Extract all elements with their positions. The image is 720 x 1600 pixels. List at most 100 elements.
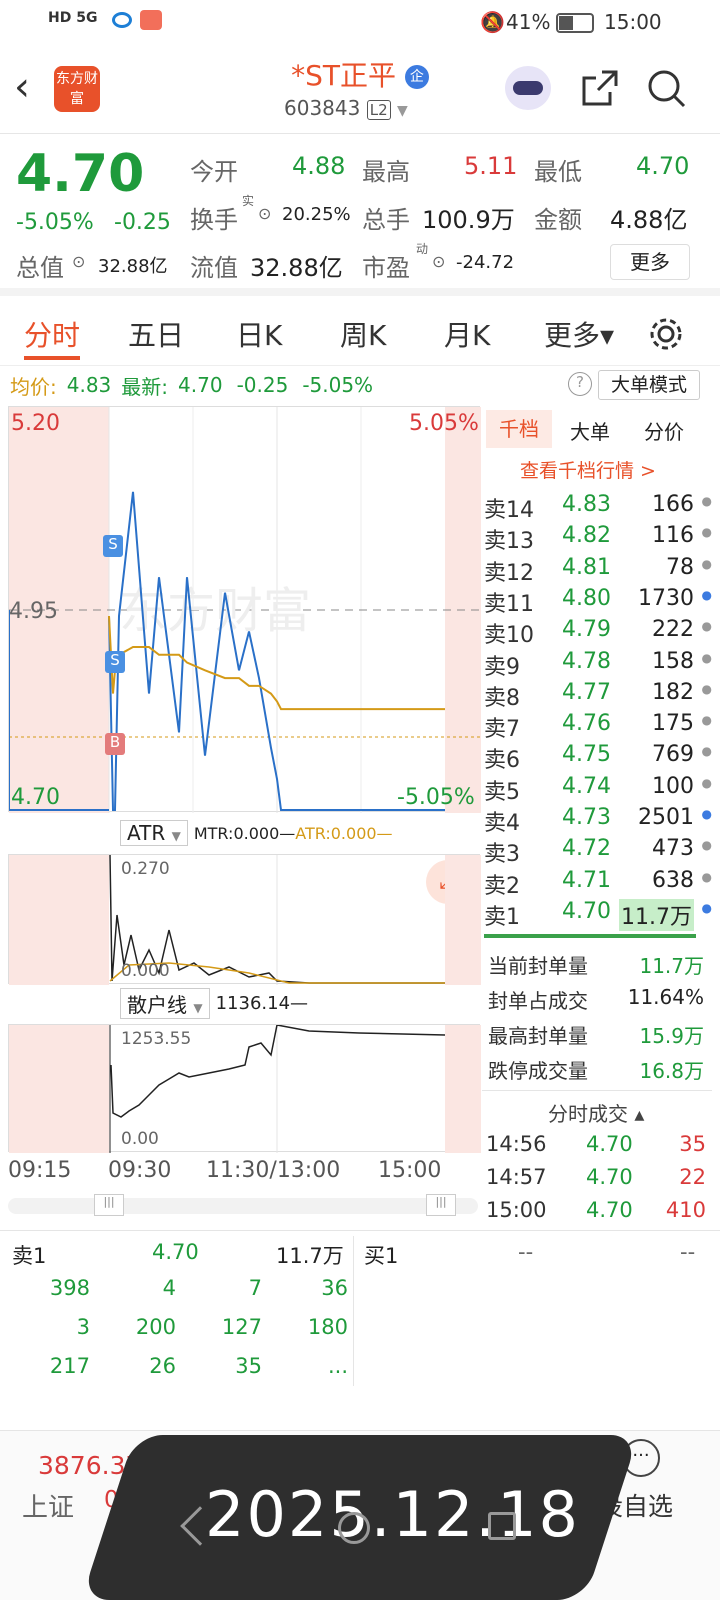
new-chg: -0.25 [236, 373, 289, 397]
new-value: 4.70 [178, 373, 223, 397]
y-bottom-pct: -5.05% [397, 785, 475, 810]
ask-volume: 2501 [638, 805, 694, 830]
tab-daily[interactable]: 日K [236, 314, 282, 354]
ask-row[interactable]: 卖6 4.75 769 ● [484, 742, 720, 773]
stat-row: 当前封单量 11.7万 [488, 950, 704, 982]
nav-home-icon[interactable] [338, 1512, 370, 1544]
pe-value: -24.72 [456, 252, 515, 273]
ask-volume: 158 [652, 648, 694, 674]
new-label: 最新: [121, 374, 169, 399]
info-icon[interactable]: ⊙ [258, 204, 271, 223]
help-icon[interactable]: ? [568, 372, 592, 396]
ask-label: 卖11 [484, 591, 534, 617]
ask-row[interactable]: 卖11 4.80 1730 ● [484, 585, 720, 617]
battery-text: 41% [506, 10, 551, 34]
tick-row: 14:57 4.70 22 [486, 1165, 706, 1197]
nav-recents-icon[interactable] [488, 1512, 516, 1540]
tick-volume: 410 [665, 1198, 706, 1222]
share-icon[interactable] [580, 68, 620, 108]
ask-row[interactable]: 卖7 4.76 175 ● [484, 711, 720, 742]
ask-volume: 175 [652, 711, 694, 737]
tab-five-day[interactable]: 五日 [128, 314, 184, 354]
sell1-label: 卖1 [12, 1244, 47, 1268]
avg-label: 均价: [10, 374, 57, 399]
queue-cell: 127 [221, 1315, 262, 1339]
chevron-down-icon[interactable]: ▼ [397, 103, 408, 119]
ask-row[interactable]: 卖13 4.82 116 ● [484, 523, 720, 554]
ask-label: 卖10 [484, 623, 534, 649]
ask-row[interactable]: 卖5 4.74 100 ● [484, 774, 720, 805]
range-handle-left[interactable]: ||| [94, 1194, 124, 1216]
retail-selector[interactable]: 散户线 ▼ [120, 987, 210, 1019]
tab-price-dist[interactable]: 分价 [644, 416, 684, 445]
ask-price: 4.83 [562, 492, 611, 517]
time-range-scrollbar[interactable]: ||| ||| [8, 1194, 478, 1216]
mute-icon: 🔕 [480, 10, 505, 34]
gear-icon[interactable] [648, 316, 684, 352]
queue-cell: 398 [49, 1276, 90, 1300]
sell-marker[interactable]: S [105, 651, 125, 673]
info-icon[interactable]: ⊙ [432, 252, 445, 271]
queue-cell: 35 [235, 1354, 262, 1378]
ask-label: 卖7 [484, 717, 520, 743]
tab-intraday[interactable]: 分时 [24, 314, 80, 354]
sell1-volume: 11.7万 [276, 1244, 344, 1268]
ask-dot: ● [701, 744, 712, 759]
float-value: 32.88亿 [250, 254, 343, 282]
tab-monthly[interactable]: 月K [444, 314, 490, 354]
ask-row[interactable]: 卖12 4.81 78 ● [484, 555, 720, 586]
y-mid-label: 4.95 [9, 599, 58, 624]
assistant-avatar-icon[interactable] [505, 66, 551, 110]
ask-row[interactable]: 卖1 4.70 11.7万 ● [484, 898, 720, 931]
atr-selector[interactable]: ATR ▼ [120, 820, 188, 846]
tab-big-order[interactable]: 大单 [570, 416, 610, 445]
time-label: 11:30/13:00 [206, 1158, 341, 1183]
ask-label: 卖2 [484, 873, 520, 899]
app-status-icon [112, 12, 132, 28]
retail-legend: 1136.14— [215, 992, 309, 1014]
ask-row[interactable]: 卖8 4.77 182 ● [484, 680, 720, 711]
ask-label: 卖8 [484, 685, 520, 711]
range-handle-right[interactable]: ||| [426, 1194, 456, 1216]
queue-cell: ... [327, 1354, 348, 1378]
more-button[interactable]: 更多 [610, 244, 690, 280]
tab-weekly[interactable]: 周K [340, 314, 386, 354]
ask-row[interactable]: 卖2 4.71 638 ● [484, 868, 720, 899]
avg-value: 4.83 [66, 373, 112, 397]
info-icon[interactable]: ⊙ [72, 252, 85, 271]
ask-row[interactable]: 卖10 4.79 222 ● [484, 617, 720, 648]
atr-chart-svg [9, 854, 481, 985]
ask-row[interactable]: 卖9 4.78 158 ● [484, 648, 720, 680]
y-top-label: 5.20 [11, 411, 60, 436]
queue-cell: 26 [149, 1354, 176, 1378]
pe-sup: 动 [416, 242, 429, 256]
ask-row[interactable]: 卖4 4.73 2501 ● [484, 805, 720, 836]
signal-icons: HD 5G [48, 10, 98, 26]
float-label: 流值 [190, 254, 238, 282]
turnover-label: 换手 [190, 206, 238, 234]
view-depth-link[interactable]: 查看千档行情 > [520, 456, 656, 483]
index-name[interactable]: 上证 [22, 1487, 74, 1524]
level-badge[interactable]: L2 [366, 100, 391, 120]
tab-thousand-level[interactable]: 千档 [486, 410, 552, 448]
chart-legend: 均价: 4.83 最新: 4.70 -0.25 -5.05% [10, 370, 373, 400]
ask-dot: ● [701, 838, 712, 853]
stat-value: 16.8万 [639, 1059, 704, 1083]
amount-value: 4.88亿 [610, 206, 688, 234]
time-axis: 09:15 09:30 11:30/13:00 15:00 [8, 1158, 480, 1188]
queue-cell: 3 [76, 1315, 90, 1339]
sell-marker[interactable]: S [103, 535, 123, 557]
tick-price: 4.70 [586, 1132, 633, 1156]
ask-row[interactable]: 卖14 4.83 166 ● [484, 492, 720, 523]
ask-label: 卖4 [484, 811, 520, 836]
ask-row[interactable]: 卖3 4.72 473 ● [484, 836, 720, 867]
tab-more[interactable]: 更多▾ [544, 314, 614, 354]
ask-volume: 1730 [638, 585, 694, 611]
intraday-chart[interactable]: 东方财富 5.20 5.05% 4.95 4.70 -5.05% S S B [8, 406, 481, 813]
ticks-title[interactable]: 分时成交 ▴ [548, 1098, 644, 1127]
search-icon[interactable] [646, 68, 688, 110]
big-order-mode-button[interactable]: 大单模式 [598, 370, 700, 400]
high-label: 最高 [362, 158, 410, 186]
tab-indicator [24, 356, 80, 360]
buy-marker[interactable]: B [105, 733, 125, 755]
